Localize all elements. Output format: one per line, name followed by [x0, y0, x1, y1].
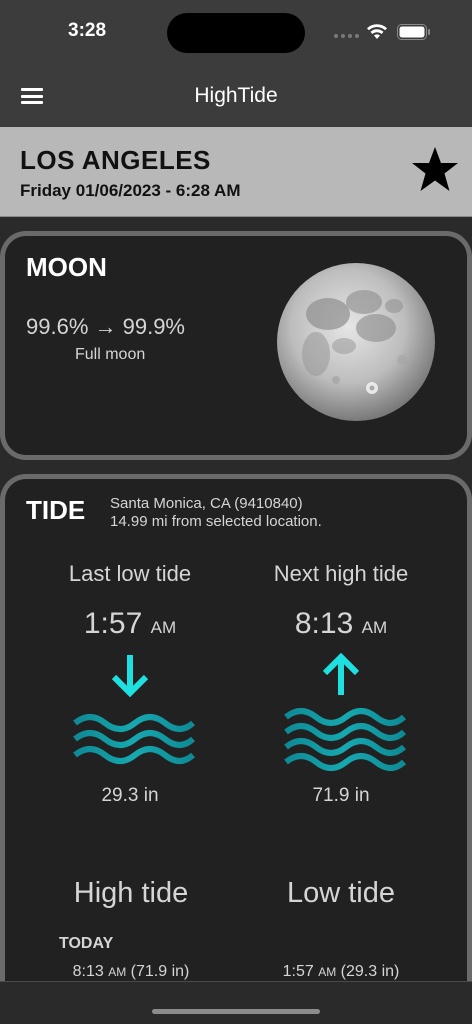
- app-title: HighTide: [194, 84, 278, 107]
- day-heading: TODAY: [59, 935, 114, 952]
- low-entry-ampm: AM: [318, 965, 337, 979]
- full-moon-image: [277, 263, 435, 421]
- status-time: 3:28: [68, 20, 107, 41]
- top-bar: 3:28 HighTide: [0, 0, 472, 127]
- last-tide-time-value: 1:57: [83, 607, 143, 640]
- up-arrow-icon: [322, 653, 360, 695]
- last-tide-height: 29.3 in: [101, 785, 159, 806]
- waves-icon: [284, 708, 406, 771]
- dynamic-island: [167, 13, 305, 53]
- bottom-bar: [0, 981, 472, 1024]
- high-entry-height: (71.9 in): [130, 963, 190, 980]
- tide-station: Santa Monica, CA (9410840) 14.99 mi from…: [110, 495, 322, 531]
- next-tide-ampm: AM: [361, 618, 388, 637]
- next-tide-height: 71.9 in: [312, 785, 370, 806]
- moon-illumination: 99.6% → 99.9%: [26, 314, 185, 339]
- cellular-signal-icon: [334, 34, 359, 38]
- location-header: LOS ANGELES Friday 01/06/2023 - 6:28 AM: [0, 127, 472, 217]
- low-entry-time: 1:57: [282, 963, 314, 980]
- next-tide-time: 8:13 AM: [231, 607, 451, 641]
- moon-card: MOON 99.6% → 99.9% Full moon: [0, 231, 472, 460]
- location-name: LOS ANGELES: [20, 145, 211, 175]
- low-tide-entry: 1:57 AM (29.3 in): [231, 963, 451, 981]
- last-tide-label: Last low tide: [68, 561, 192, 586]
- high-entry-ampm: AM: [108, 965, 127, 979]
- next-tide-label: Next high tide: [273, 561, 409, 586]
- high-tide-heading: High tide: [73, 877, 189, 909]
- battery-icon: [397, 24, 430, 40]
- last-tide-ampm: AM: [150, 618, 177, 637]
- next-tide-time-value: 8:13: [294, 607, 354, 640]
- tide-card: TIDE Santa Monica, CA (9410840) 14.99 mi…: [0, 474, 472, 1024]
- high-tide-entry: 8:13 AM (71.9 in): [21, 963, 241, 981]
- wifi-icon: [367, 24, 387, 39]
- waves-icon: [73, 714, 195, 764]
- moon-title: MOON: [26, 252, 107, 282]
- low-tide-heading: Low tide: [286, 877, 395, 909]
- station-distance: 14.99 mi from selected location.: [110, 513, 322, 530]
- station-name: Santa Monica, CA (9410840): [110, 495, 303, 512]
- down-arrow-icon: [111, 655, 149, 697]
- last-tide-time: 1:57 AM: [20, 607, 240, 641]
- location-datetime: Friday 01/06/2023 - 6:28 AM: [20, 181, 241, 200]
- home-indicator[interactable]: [152, 1009, 320, 1014]
- moon-phase: Full moon: [75, 346, 146, 363]
- favorite-star-icon[interactable]: [411, 146, 459, 192]
- tide-title: TIDE: [26, 495, 86, 525]
- low-entry-height: (29.3 in): [340, 963, 400, 980]
- high-entry-time: 8:13: [72, 963, 104, 980]
